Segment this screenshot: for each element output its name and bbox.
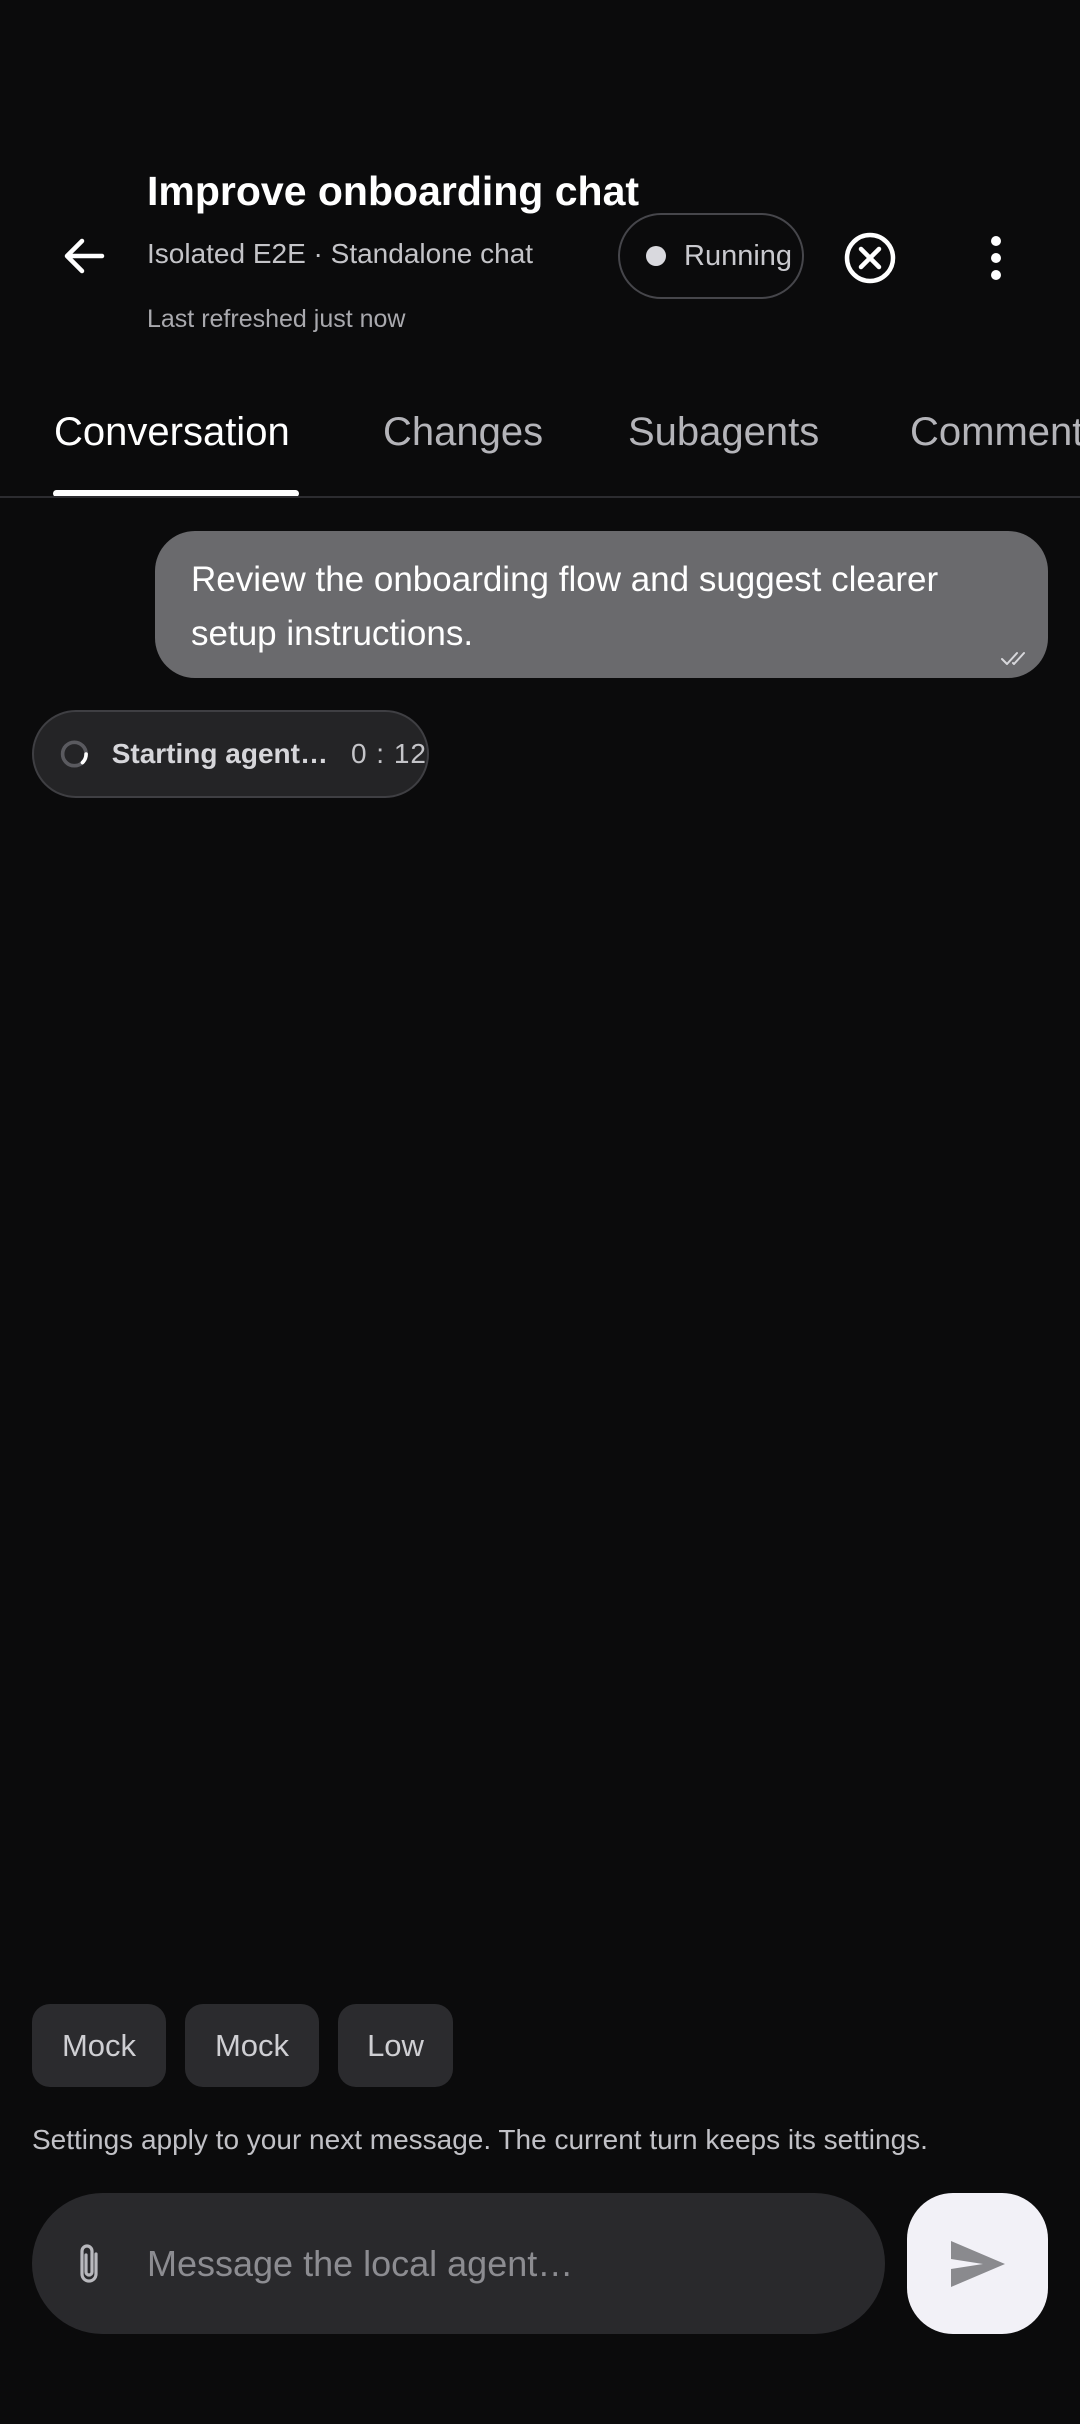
tab-bar: Conversation Changes Subagents Comments [0, 390, 1080, 498]
loading-spinner-icon [60, 740, 88, 768]
page-title: Improve onboarding chat [147, 168, 640, 214]
stop-agent-button[interactable] [840, 228, 900, 288]
send-button[interactable] [907, 2193, 1048, 2334]
attach-button[interactable] [59, 2234, 119, 2294]
read-receipt-icon [1001, 652, 1025, 665]
message-composer [32, 2193, 885, 2334]
status-badge: Running [618, 213, 804, 299]
chat-subtitle: Isolated E2E · Standalone chat [147, 238, 534, 269]
status-dot-icon [646, 246, 666, 266]
active-tab-indicator [53, 490, 299, 496]
arrow-left-icon [64, 238, 105, 274]
last-refreshed-label: Last refreshed just now [147, 305, 406, 333]
paperclip-icon [80, 2243, 98, 2283]
back-button[interactable] [48, 220, 120, 292]
tab-changes[interactable]: Changes [383, 410, 543, 455]
settings-note: Settings apply to your next message. The… [32, 2124, 928, 2155]
user-message-bubble: Review the onboarding flow and suggest c… [155, 531, 1048, 678]
agent-timer: 0 : 12 [350, 738, 427, 769]
model-chip[interactable]: Mock [32, 2004, 166, 2087]
more-options-button[interactable] [966, 228, 1026, 288]
tab-subagents[interactable]: Subagents [628, 410, 819, 455]
tab-conversation[interactable]: Conversation [54, 410, 290, 455]
status-label: Running [684, 239, 793, 272]
tab-comments[interactable]: Comments [910, 410, 1080, 455]
provider-chip[interactable]: Mock [185, 2004, 319, 2087]
effort-chip[interactable]: Low [338, 2004, 453, 2087]
circle-x-icon [844, 232, 896, 284]
message-input[interactable] [145, 2241, 855, 2286]
send-icon [950, 2240, 1005, 2287]
agent-status-text: Starting agent… [111, 738, 328, 769]
user-message-text: Review the onboarding flow and suggest c… [191, 560, 939, 653]
agent-progress-pill: Starting agent… 0 : 12 [32, 710, 429, 798]
more-vertical-icon [991, 236, 1001, 280]
